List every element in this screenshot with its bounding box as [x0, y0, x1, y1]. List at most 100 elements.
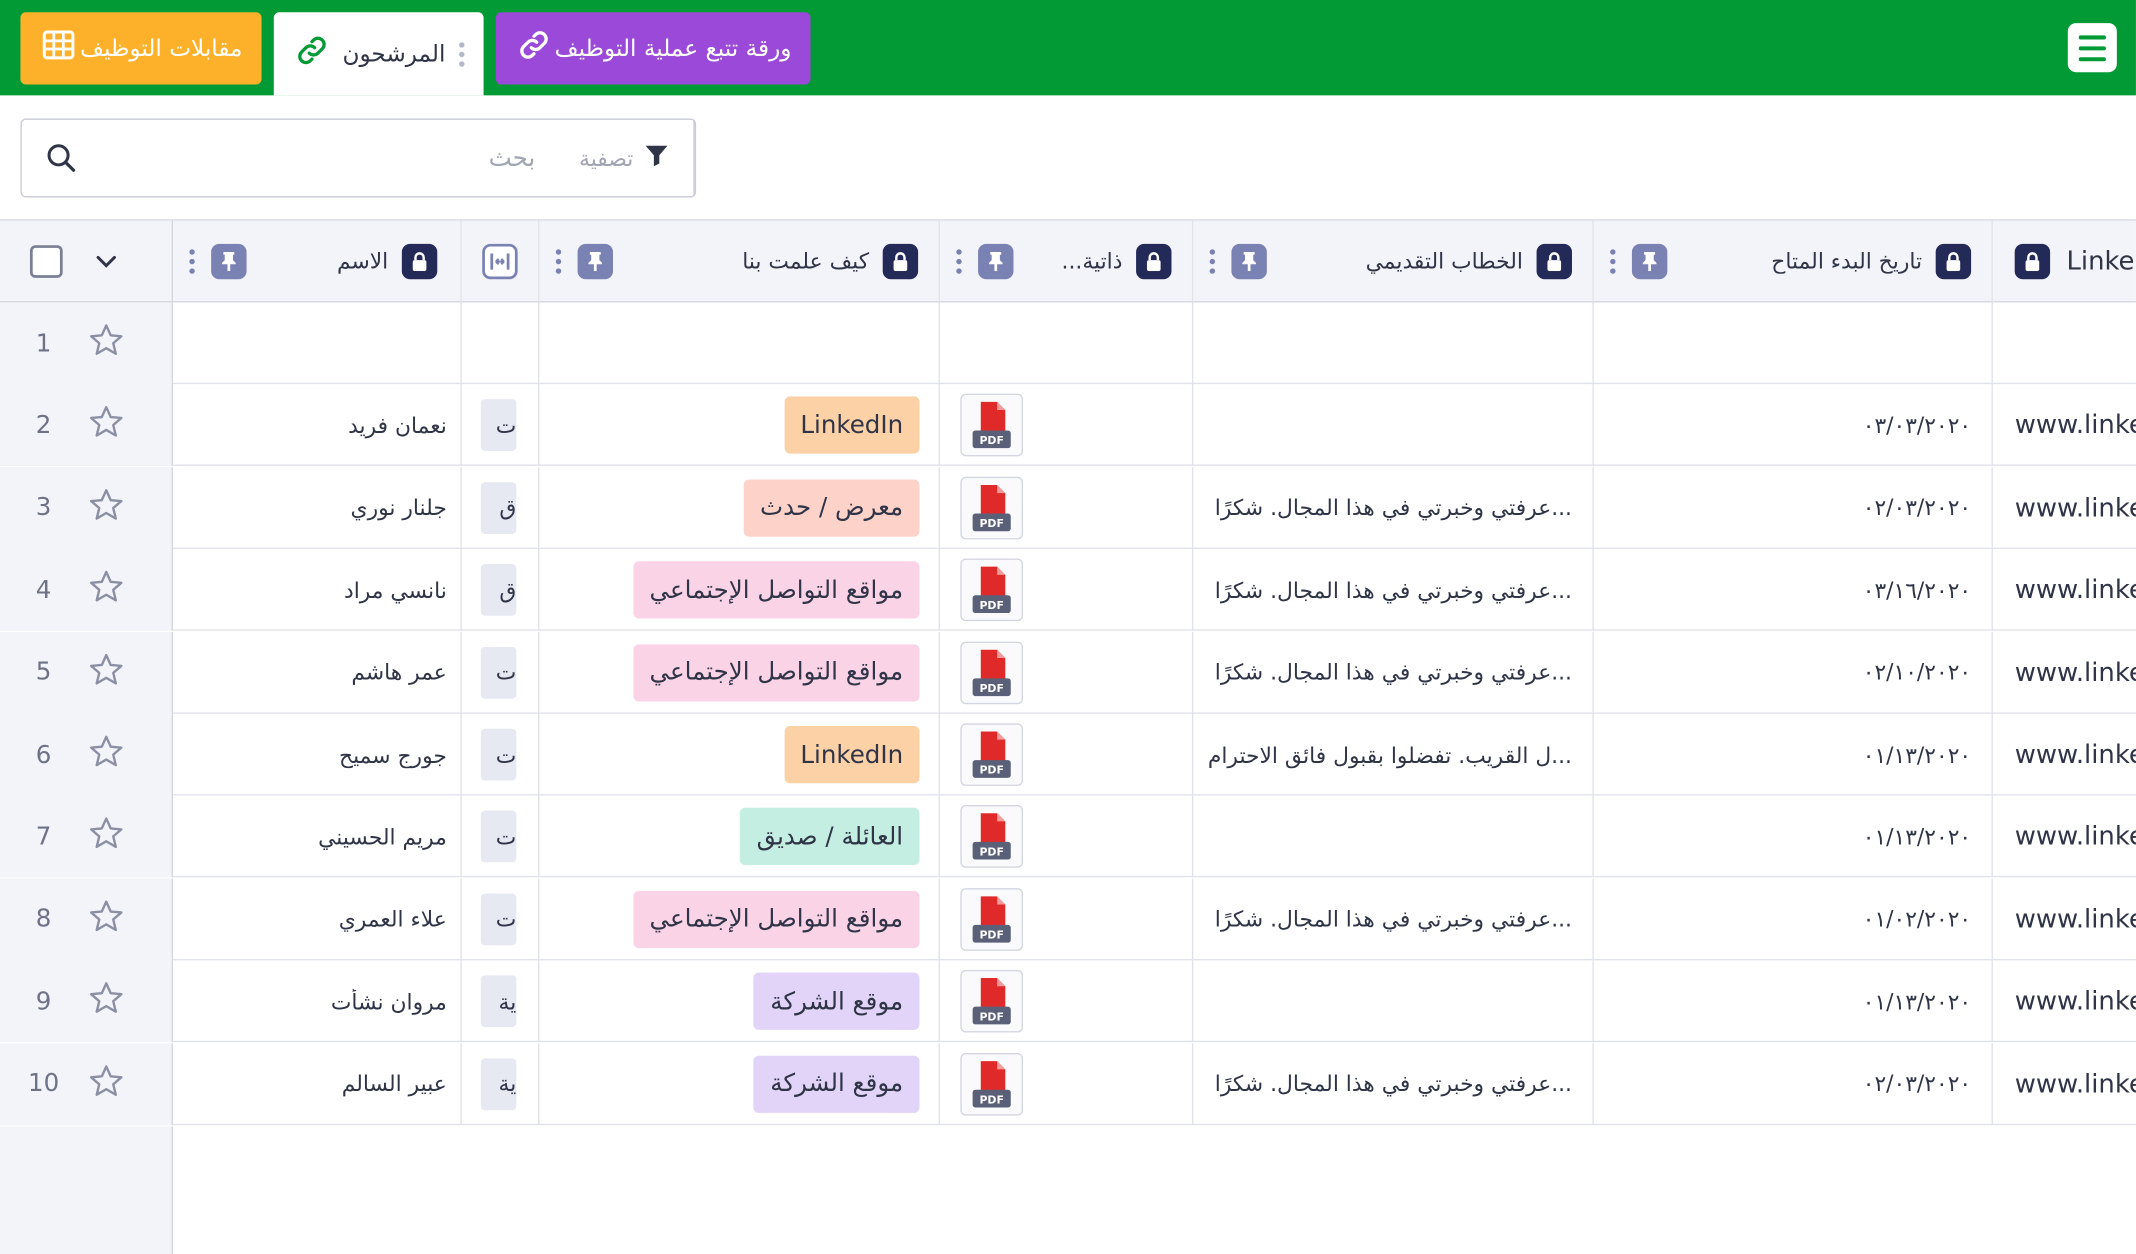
chevron-down-icon[interactable]	[95, 248, 117, 274]
column-menu-icon[interactable]	[555, 248, 562, 274]
how-cell[interactable]: مواقع التواصل الإجتماعي	[539, 549, 940, 631]
linkedin-cell[interactable]: www.linke	[1993, 714, 2136, 796]
cv-cell[interactable]: PDF	[940, 384, 1194, 467]
cover-letter-cell[interactable]: ...عرفتي وخبرتي في هذا المجال. شكرًا	[1193, 631, 1594, 714]
table-row[interactable]: 7 مريم الحسيني ت العائلة / صديق PDF ٠١/١…	[0, 796, 2136, 878]
star-icon[interactable]	[87, 404, 125, 448]
linkedin-cell[interactable]: www.linke	[1993, 385, 2136, 467]
table-row[interactable]: 3 جلنار نوري ق معرض / حدث PDF ...عرفتي و…	[0, 466, 2136, 549]
expand-columns-icon[interactable]	[482, 243, 518, 279]
how-cell[interactable]: موقع الشركة	[539, 1042, 940, 1125]
pin-icon[interactable]	[978, 243, 1014, 279]
pdf-file-icon[interactable]: PDF	[960, 723, 1024, 786]
table-row[interactable]: 2 نعمان فريد ت LinkedIn PDF ٠٣/٠٣/٢٠٢٠ w…	[0, 384, 2136, 467]
star-icon[interactable]	[87, 568, 125, 612]
how-cell[interactable]: مواقع التواصل الإجتماعي	[539, 878, 940, 961]
linkedin-cell[interactable]: www.linke	[1993, 796, 2136, 878]
date-cell[interactable]: ٠١/١٣/٢٠٢٠	[1594, 796, 1993, 878]
experience-cell[interactable]: ت	[462, 631, 540, 714]
table-row[interactable]: 8 علاء العمري ت مواقع التواصل الإجتماعي …	[0, 878, 2136, 961]
star-icon[interactable]	[87, 651, 125, 695]
select-all-checkbox[interactable]	[29, 244, 63, 278]
name-cell[interactable]: عمر هاشم	[173, 631, 462, 714]
how-cell[interactable]: العائلة / صديق	[539, 796, 940, 878]
header-cv[interactable]: ...ذاتية	[939, 220, 1194, 303]
column-menu-icon[interactable]	[189, 248, 195, 274]
pdf-file-icon[interactable]: PDF	[960, 641, 1024, 704]
table-row[interactable]: 1	[0, 302, 2136, 385]
search-input[interactable]	[100, 119, 555, 197]
header-name[interactable]: الاسم	[172, 220, 462, 303]
table-row[interactable]: 5 عمر هاشم ت مواقع التواصل الإجتماعي PDF…	[0, 631, 2136, 714]
header-expand[interactable]	[461, 220, 540, 303]
pdf-file-icon[interactable]: PDF	[960, 394, 1024, 457]
table-row[interactable]: 10 عبير السالم ية موقع الشركة PDF ...عرف…	[0, 1042, 2136, 1125]
table-row[interactable]: 6 جورج سميح ت LinkedIn PDF ...ل القريب. …	[0, 713, 2136, 796]
star-icon[interactable]	[87, 897, 125, 941]
star-icon[interactable]	[87, 815, 125, 859]
linkedin-cell[interactable]: www.linke	[1993, 878, 2136, 960]
experience-cell[interactable]: ت	[462, 384, 540, 467]
how-cell[interactable]: موقع الشركة	[539, 960, 940, 1043]
experience-cell[interactable]	[462, 302, 540, 385]
tab-interviews[interactable]: مقابلات التوظيف	[20, 12, 262, 85]
experience-cell[interactable]: ية	[462, 1042, 540, 1125]
name-cell[interactable]: جلنار نوري	[173, 466, 462, 549]
linkedin-cell[interactable]: www.linke	[1993, 467, 2136, 549]
star-icon[interactable]	[87, 980, 125, 1024]
tab-candidates[interactable]: المرشحون	[273, 12, 484, 96]
experience-cell[interactable]: ت	[462, 796, 540, 878]
star-icon[interactable]	[87, 733, 125, 777]
table-row[interactable]: 9 مروان نشأت ية موقع الشركة PDF ٠١/١٣/٢٠…	[0, 960, 2136, 1043]
how-cell[interactable]: LinkedIn	[539, 384, 940, 467]
header-how[interactable]: كيف علمت بنا	[539, 220, 940, 303]
tab-tracking[interactable]: ورقة تتبع عملية التوظيف	[495, 12, 811, 85]
header-cover[interactable]: الخطاب التقديمي	[1193, 220, 1594, 303]
date-cell[interactable]	[1594, 302, 1993, 385]
table-row[interactable]: 4 نانسي مراد ق مواقع التواصل الإجتماعي P…	[0, 549, 2136, 631]
date-cell[interactable]: ٠١/١٣/٢٠٢٠	[1594, 960, 1993, 1043]
star-icon[interactable]	[87, 321, 125, 365]
date-cell[interactable]: ٠٣/١٦/٢٠٢٠	[1594, 549, 1993, 631]
date-cell[interactable]: ٠١/١٣/٢٠٢٠	[1594, 713, 1993, 796]
star-icon[interactable]	[87, 486, 125, 530]
experience-cell[interactable]: ت	[462, 713, 540, 796]
pdf-file-icon[interactable]: PDF	[960, 805, 1024, 869]
cover-letter-cell[interactable]	[1193, 384, 1594, 467]
linkedin-cell[interactable]: www.linke	[1993, 632, 2136, 714]
cv-cell[interactable]: PDF	[940, 466, 1194, 549]
header-date[interactable]: تاريخ البدء المتاح	[1593, 220, 1993, 303]
tab-menu-icon[interactable]	[459, 41, 465, 67]
column-menu-icon[interactable]	[1209, 248, 1216, 274]
pdf-file-icon[interactable]: PDF	[960, 970, 1024, 1033]
cv-cell[interactable]: PDF	[940, 796, 1194, 878]
date-cell[interactable]: ٠٢/٠٣/٢٠٢٠	[1594, 466, 1993, 549]
cv-cell[interactable]	[940, 302, 1194, 385]
experience-cell[interactable]: ت	[462, 878, 540, 961]
experience-cell[interactable]: ق	[462, 466, 540, 549]
date-cell[interactable]: ٠١/٠٢/٢٠٢٠	[1594, 878, 1993, 961]
how-cell[interactable]: معرض / حدث	[539, 466, 940, 549]
cover-letter-cell[interactable]: ...عرفتي وخبرتي في هذا المجال. شكرًا	[1193, 466, 1594, 549]
cv-cell[interactable]: PDF	[940, 960, 1194, 1043]
name-cell[interactable]: مريم الحسيني	[173, 796, 462, 878]
linkedin-cell[interactable]	[1993, 302, 2136, 384]
how-cell[interactable]	[539, 302, 940, 385]
column-menu-icon[interactable]	[956, 248, 962, 274]
cv-cell[interactable]: PDF	[940, 631, 1194, 714]
hamburger-menu-icon[interactable]	[2067, 23, 2117, 73]
column-menu-icon[interactable]	[1610, 248, 1616, 274]
experience-cell[interactable]: ية	[462, 960, 540, 1043]
star-icon[interactable]	[87, 1062, 125, 1106]
pin-icon[interactable]	[211, 243, 247, 279]
linkedin-cell[interactable]: www.linke	[1993, 549, 2136, 631]
name-cell[interactable]: علاء العمري	[173, 878, 462, 961]
name-cell[interactable]: مروان نشأت	[173, 960, 462, 1043]
cv-cell[interactable]: PDF	[940, 549, 1194, 631]
name-cell[interactable]: نانسي مراد	[173, 549, 462, 631]
linkedin-cell[interactable]: www.linke	[1993, 961, 2136, 1043]
how-cell[interactable]: LinkedIn	[539, 713, 940, 796]
cv-cell[interactable]: PDF	[940, 878, 1194, 961]
pdf-file-icon[interactable]: PDF	[960, 476, 1024, 540]
name-cell[interactable]	[173, 302, 462, 385]
